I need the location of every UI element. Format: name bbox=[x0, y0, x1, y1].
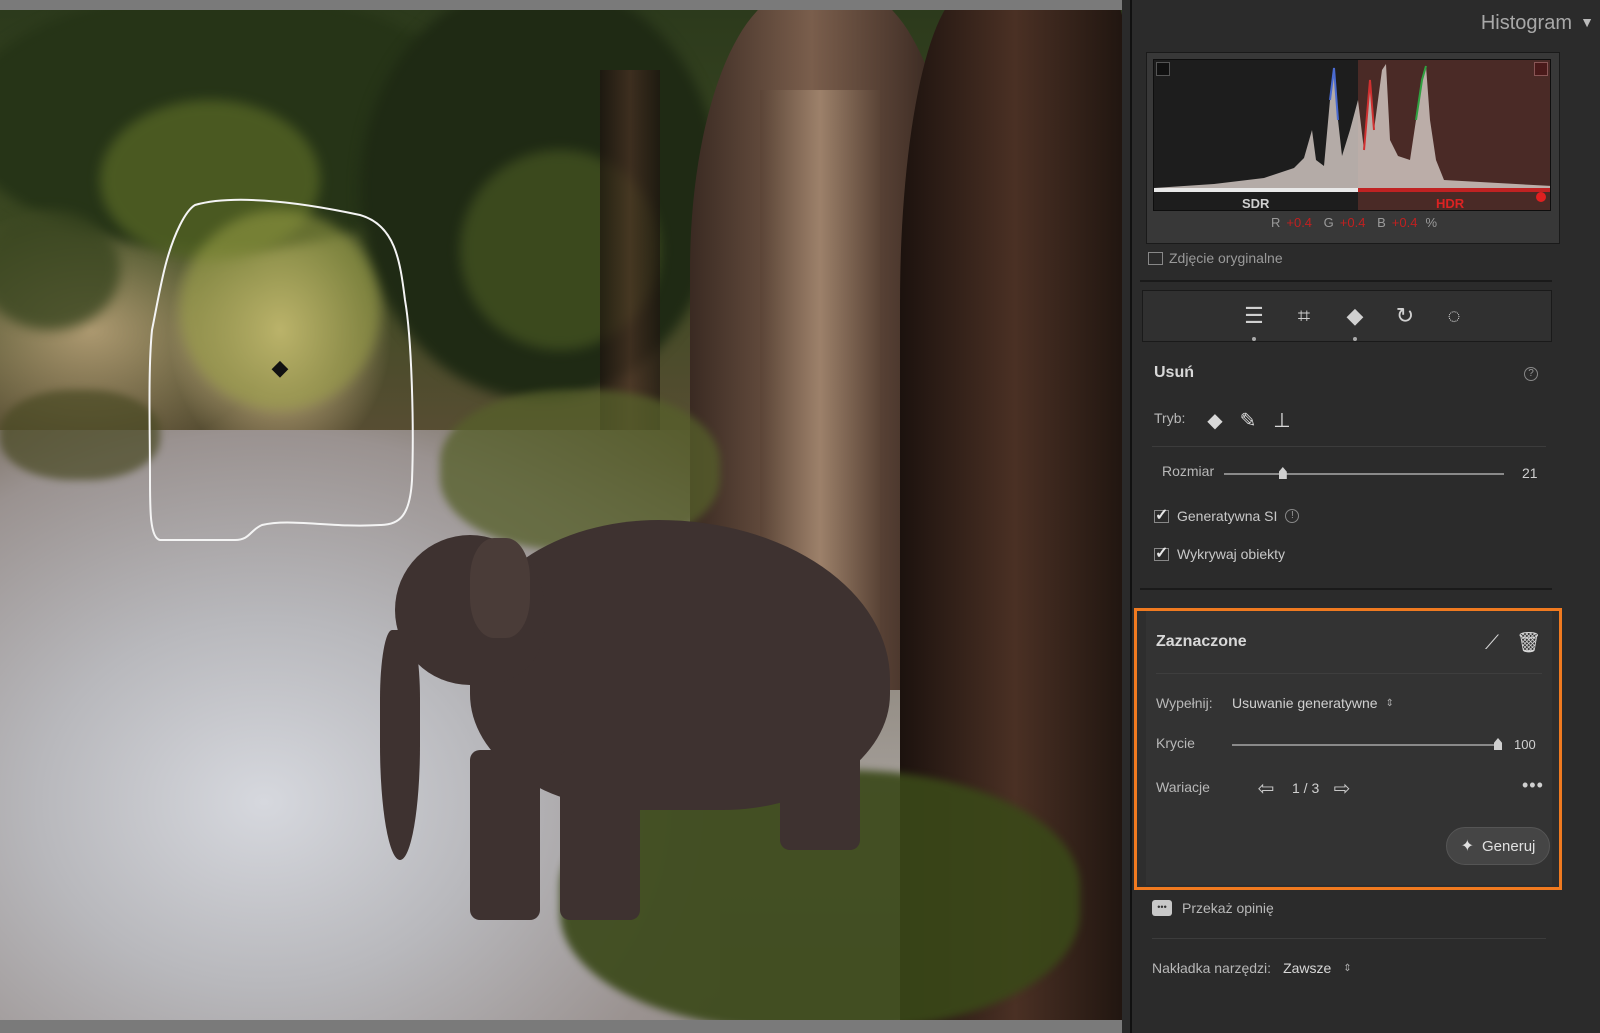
original-photo-checkbox[interactable] bbox=[1148, 251, 1163, 265]
crop-icon[interactable]: ⌗ bbox=[1287, 299, 1321, 333]
tool-overlay-setting[interactable]: Nakładka narzędzi: Zawsze ⇕ bbox=[1152, 960, 1352, 976]
tool-indicator-dot bbox=[1353, 337, 1357, 341]
heal-mode-bandage-icon[interactable]: ✎ bbox=[1235, 408, 1261, 434]
masking-icon[interactable]: ◌ bbox=[1437, 299, 1471, 333]
hdr-clipping-dot-icon bbox=[1536, 192, 1546, 202]
feedback-label: Przekaż opinię bbox=[1182, 900, 1274, 916]
b-value: +0.4 bbox=[1391, 215, 1418, 230]
r-value: +0.4 bbox=[1286, 215, 1313, 230]
help-icon[interactable]: ? bbox=[1524, 367, 1538, 381]
variations-label: Wariacje bbox=[1156, 779, 1210, 795]
size-label: Rozmiar bbox=[1162, 463, 1215, 479]
generative-ai-toggle[interactable]: Generatywna SI ! bbox=[1154, 505, 1300, 525]
divider bbox=[1156, 673, 1542, 674]
percent-sign: % bbox=[1425, 215, 1437, 230]
size-value[interactable]: 21 bbox=[1522, 465, 1538, 481]
overlay-label: Nakładka narzędzi: bbox=[1152, 960, 1272, 976]
selected-section: Zaznaczone ⟋ 🗑 Wypełnij: Usuwanie genera… bbox=[1134, 608, 1562, 890]
detect-objects-toggle[interactable]: Wykrywaj obiekty bbox=[1154, 543, 1286, 563]
photo-canvas[interactable]: ◆ bbox=[0, 0, 1122, 1033]
collapse-triangle-icon[interactable]: ▼ bbox=[1580, 14, 1594, 30]
fill-select[interactable]: Usuwanie generatywne ⇕ bbox=[1232, 695, 1394, 711]
overlay-select-value[interactable]: Zawsze bbox=[1283, 960, 1331, 976]
brush-icon[interactable]: ⟋ bbox=[1480, 631, 1504, 655]
divider bbox=[1140, 280, 1552, 282]
sdr-label: SDR bbox=[1242, 196, 1270, 211]
selected-section-title: Zaznaczone bbox=[1156, 633, 1247, 650]
opacity-slider[interactable] bbox=[1232, 744, 1498, 746]
generative-ai-checkbox[interactable] bbox=[1154, 505, 1169, 525]
generate-sparkle-icon: ✦ bbox=[1460, 838, 1475, 855]
tool-strip: ☰ ⌗ ◆ ↻ ◌ bbox=[1142, 290, 1552, 342]
right-panel: Histogram ▼ SDR HDR R +0.4 G +0.4 B +0.4… bbox=[1130, 0, 1600, 1033]
app-window: ◆ Histogram ▼ SDR HDR R +0.4 G +0.4 B +0… bbox=[0, 0, 1600, 1033]
fill-select-value: Usuwanie generatywne bbox=[1232, 695, 1378, 711]
generate-button[interactable]: ✦ Generuj bbox=[1446, 827, 1550, 865]
hdr-range-bar bbox=[1358, 188, 1550, 192]
highlight-clipping-icon[interactable] bbox=[1534, 62, 1548, 76]
histogram-title: Histogram bbox=[1480, 12, 1572, 34]
histogram-header[interactable]: Histogram ▼ bbox=[1480, 12, 1594, 35]
detect-objects-label: Wykrywaj obiekty bbox=[1177, 546, 1286, 562]
next-variation-arrow-icon[interactable]: ⇨ bbox=[1330, 777, 1354, 801]
fill-label: Wypełnij: bbox=[1156, 695, 1213, 711]
g-value: +0.4 bbox=[1339, 215, 1366, 230]
sdr-range-bar bbox=[1154, 188, 1358, 192]
canvas-separator bbox=[1122, 0, 1130, 1033]
divider bbox=[1152, 938, 1546, 939]
opacity-slider-thumb[interactable] bbox=[1494, 738, 1502, 750]
speech-bubble-icon: ••• bbox=[1152, 900, 1172, 916]
tool-indicator-dot bbox=[1252, 337, 1256, 341]
photo-image[interactable]: ◆ bbox=[0, 10, 1122, 1020]
generative-ai-label: Generatywna SI bbox=[1177, 508, 1278, 524]
hdr-label: HDR bbox=[1436, 196, 1465, 211]
healing-rotate-icon[interactable]: ↻ bbox=[1388, 299, 1422, 333]
size-slider-thumb[interactable] bbox=[1278, 467, 1287, 479]
eraser-icon[interactable]: ◆ bbox=[1338, 299, 1372, 333]
detect-objects-checkbox[interactable] bbox=[1154, 543, 1169, 563]
info-icon[interactable]: ! bbox=[1285, 509, 1300, 523]
more-options-button[interactable]: ••• bbox=[1522, 775, 1544, 796]
rgb-readout: R +0.4 G +0.4 B +0.4% bbox=[1147, 215, 1561, 230]
size-slider[interactable] bbox=[1224, 473, 1504, 475]
clone-mode-stamp-icon[interactable]: ⊥ bbox=[1269, 408, 1295, 434]
selection-mask-outline[interactable] bbox=[0, 10, 1122, 1020]
remove-mode-eraser-icon[interactable]: ◆ bbox=[1202, 408, 1228, 434]
updown-chevron-icon: ⇕ bbox=[1385, 697, 1394, 709]
opacity-label: Krycie bbox=[1156, 735, 1195, 751]
variations-counter: 1 / 3 bbox=[1292, 780, 1320, 796]
original-photo-toggle[interactable]: Zdjęcie oryginalne bbox=[1148, 250, 1283, 266]
divider bbox=[1152, 446, 1546, 447]
divider bbox=[1140, 588, 1552, 590]
r-label: R bbox=[1270, 215, 1281, 230]
opacity-value[interactable]: 100 bbox=[1514, 737, 1536, 752]
histogram-graph: SDR HDR bbox=[1153, 59, 1551, 211]
g-label: G bbox=[1323, 215, 1334, 230]
shadow-clipping-icon[interactable] bbox=[1156, 62, 1170, 76]
updown-chevron-icon: ⇕ bbox=[1343, 962, 1352, 974]
original-photo-label: Zdjęcie oryginalne bbox=[1169, 250, 1283, 266]
previous-variation-arrow-icon[interactable]: ⇦ bbox=[1254, 777, 1278, 801]
remove-section-title[interactable]: Usuń bbox=[1154, 364, 1194, 382]
mode-label: Tryb: bbox=[1154, 410, 1186, 426]
histogram-curve bbox=[1154, 64, 1550, 188]
generate-label: Generuj bbox=[1482, 837, 1536, 855]
trash-icon[interactable]: 🗑 bbox=[1516, 631, 1541, 655]
eraser-cursor-icon: ◆ bbox=[271, 355, 289, 380]
histogram-panel: SDR HDR R +0.4 G +0.4 B +0.4% bbox=[1146, 52, 1560, 244]
sliders-icon[interactable]: ☰ bbox=[1237, 299, 1271, 333]
feedback-link[interactable]: ••• Przekaż opinię bbox=[1152, 900, 1274, 916]
b-label: B bbox=[1377, 215, 1386, 230]
